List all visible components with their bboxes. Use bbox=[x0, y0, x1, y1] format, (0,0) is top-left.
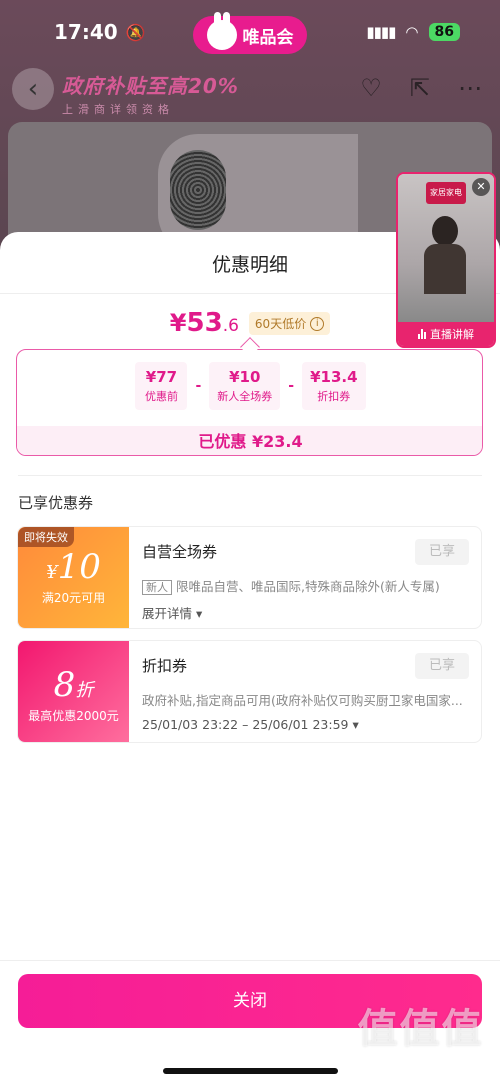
coupon-validity-text: 25/01/03 23:22 – 25/06/01 23:59 bbox=[142, 717, 349, 732]
total-saved: 已优惠 ¥23.4 bbox=[17, 426, 482, 455]
divider bbox=[18, 475, 482, 476]
close-icon[interactable]: ✕ bbox=[472, 178, 490, 196]
coupon-condition: 最高优惠2000元 bbox=[28, 709, 119, 723]
price-decimal: .6 bbox=[222, 316, 239, 336]
coupon-amount-value: 10 bbox=[57, 547, 101, 587]
price-symbol: ¥ bbox=[169, 309, 187, 337]
final-price: ¥53.6 bbox=[170, 308, 239, 338]
expand-details[interactable]: 展开详情 ▾ bbox=[142, 603, 472, 622]
minus-icon: - bbox=[195, 378, 202, 394]
section-title: 已享优惠券 bbox=[18, 494, 94, 512]
low-price-tag-label: 60天低价 bbox=[254, 317, 307, 331]
coupon-status-button: 已享 bbox=[415, 539, 469, 565]
bell-muted-icon: 🔕 bbox=[125, 22, 146, 42]
share-icon[interactable]: ⇱ bbox=[410, 74, 430, 102]
subsidy-banner[interactable]: 政府补贴至高20% 上滑商详领资格 bbox=[62, 70, 258, 118]
coupon-desc-text: 限唯品自营、唯品国际,特殊商品除外(新人专属) bbox=[176, 579, 440, 594]
battery-icon: 86 bbox=[428, 23, 460, 41]
coupon-value-block: 8折 最高优惠2000元 bbox=[18, 641, 133, 742]
banner-sub-text: 上滑商详领资格 bbox=[62, 103, 174, 116]
coupon-desc: 新人 限唯品自营、唯品国际,特殊商品除外(新人专属) bbox=[142, 576, 472, 595]
minus-icon: - bbox=[288, 378, 295, 394]
bunny-logo-icon bbox=[206, 12, 237, 50]
live-label: 直播讲解 bbox=[430, 328, 474, 341]
watermark-logo: 值值值 bbox=[357, 1006, 484, 1052]
calc-amount: ¥13.4 bbox=[310, 368, 358, 386]
coupon-amount: ¥10 bbox=[18, 547, 129, 587]
app-pill[interactable]: 唯品会 bbox=[193, 12, 307, 54]
coupon-condition: 满20元可用 bbox=[41, 591, 106, 605]
calc-newuser-coupon: ¥10 新人全场券 bbox=[209, 362, 281, 410]
coupon-card[interactable]: 即将失效 ¥10 满20元可用 自营全场券 新人 限唯品自营、唯品国际,特殊商品除… bbox=[17, 526, 482, 629]
coupon-card[interactable]: 8折 最高优惠2000元 折扣券 政府补贴,指定商品可用(政府补贴仅可购买厨卫家… bbox=[17, 640, 482, 743]
live-video: 家居家电 bbox=[398, 174, 494, 324]
more-icon[interactable]: ⋯ bbox=[458, 74, 482, 102]
coupon-validity[interactable]: 25/01/03 23:22 – 25/06/01 23:59 ▾ bbox=[142, 717, 472, 732]
coupon-currency: ¥ bbox=[46, 562, 58, 583]
status-icons: ▮▮▮▮ ◠ 86 bbox=[366, 23, 460, 41]
home-indicator[interactable] bbox=[163, 1068, 338, 1074]
calc-amount: ¥10 bbox=[229, 368, 261, 386]
divider bbox=[0, 960, 500, 961]
discount-detail-sheet: 优惠明细 ¥53.6 60天低价 i ¥77 优惠前 - ¥10 新人全场券 -… bbox=[0, 232, 500, 1083]
coupon-unit: 折 bbox=[75, 680, 94, 701]
signal-icon: ▮▮▮▮ bbox=[366, 23, 396, 41]
live-stream-window[interactable]: 家居家电 ✕ 直播讲解 bbox=[396, 172, 496, 348]
live-label-bar[interactable]: 直播讲解 bbox=[398, 322, 494, 346]
price-integer: 53 bbox=[186, 308, 223, 338]
calc-discount-coupon: ¥13.4 折扣券 bbox=[302, 362, 366, 410]
back-button[interactable]: ‹ bbox=[12, 68, 54, 110]
favorite-add-icon[interactable]: ♡ bbox=[360, 74, 382, 102]
banner-main-text: 政府补贴至高20% bbox=[62, 74, 239, 98]
product-grille bbox=[170, 150, 226, 230]
calc-original: ¥77 优惠前 bbox=[135, 362, 188, 410]
calc-amount: ¥77 bbox=[145, 368, 178, 386]
expand-details-label: 展开详情 bbox=[142, 606, 193, 621]
presenter-head bbox=[432, 216, 458, 246]
coupon-status-button: 已享 bbox=[415, 653, 469, 679]
app-pill-label: 唯品会 bbox=[242, 27, 294, 48]
caret-down-icon: ▾ bbox=[352, 717, 359, 732]
live-sign: 家居家电 bbox=[426, 182, 466, 204]
expiring-tag: 即将失效 bbox=[18, 527, 74, 547]
presenter-body bbox=[424, 244, 466, 294]
wifi-icon: ◠ bbox=[405, 23, 419, 41]
caret-down-icon: ▾ bbox=[196, 606, 203, 621]
live-bars-icon bbox=[418, 329, 426, 339]
price-calc-box: ¥77 优惠前 - ¥10 新人全场券 - ¥13.4 折扣券 已优惠 ¥23.… bbox=[16, 349, 483, 456]
coupon-desc: 政府补贴,指定商品可用(政府补贴仅可购买厨卫家电国家... bbox=[142, 693, 463, 708]
status-time: 17:40 🔕 bbox=[54, 20, 146, 44]
calc-label: 新人全场券 bbox=[217, 390, 273, 403]
coupon-amount-value: 8 bbox=[53, 665, 76, 705]
calc-label: 优惠前 bbox=[144, 390, 178, 403]
coupon-amount: 8折 bbox=[18, 665, 129, 705]
new-user-tag: 新人 bbox=[142, 580, 172, 595]
chevron-left-icon: ‹ bbox=[27, 74, 39, 104]
info-icon: i bbox=[310, 316, 325, 331]
calc-items: ¥77 优惠前 - ¥10 新人全场券 - ¥13.4 折扣券 bbox=[17, 362, 482, 410]
watermark: 值值值 zhizhizhi.com bbox=[348, 996, 493, 1068]
low-price-tag[interactable]: 60天低价 i bbox=[248, 312, 331, 335]
calc-label: 折扣券 bbox=[317, 390, 351, 403]
time-text: 17:40 bbox=[54, 20, 118, 44]
top-icons: ♡ ⇱ ⋯ bbox=[360, 74, 482, 102]
coupon-value-block: 即将失效 ¥10 满20元可用 bbox=[18, 527, 133, 628]
